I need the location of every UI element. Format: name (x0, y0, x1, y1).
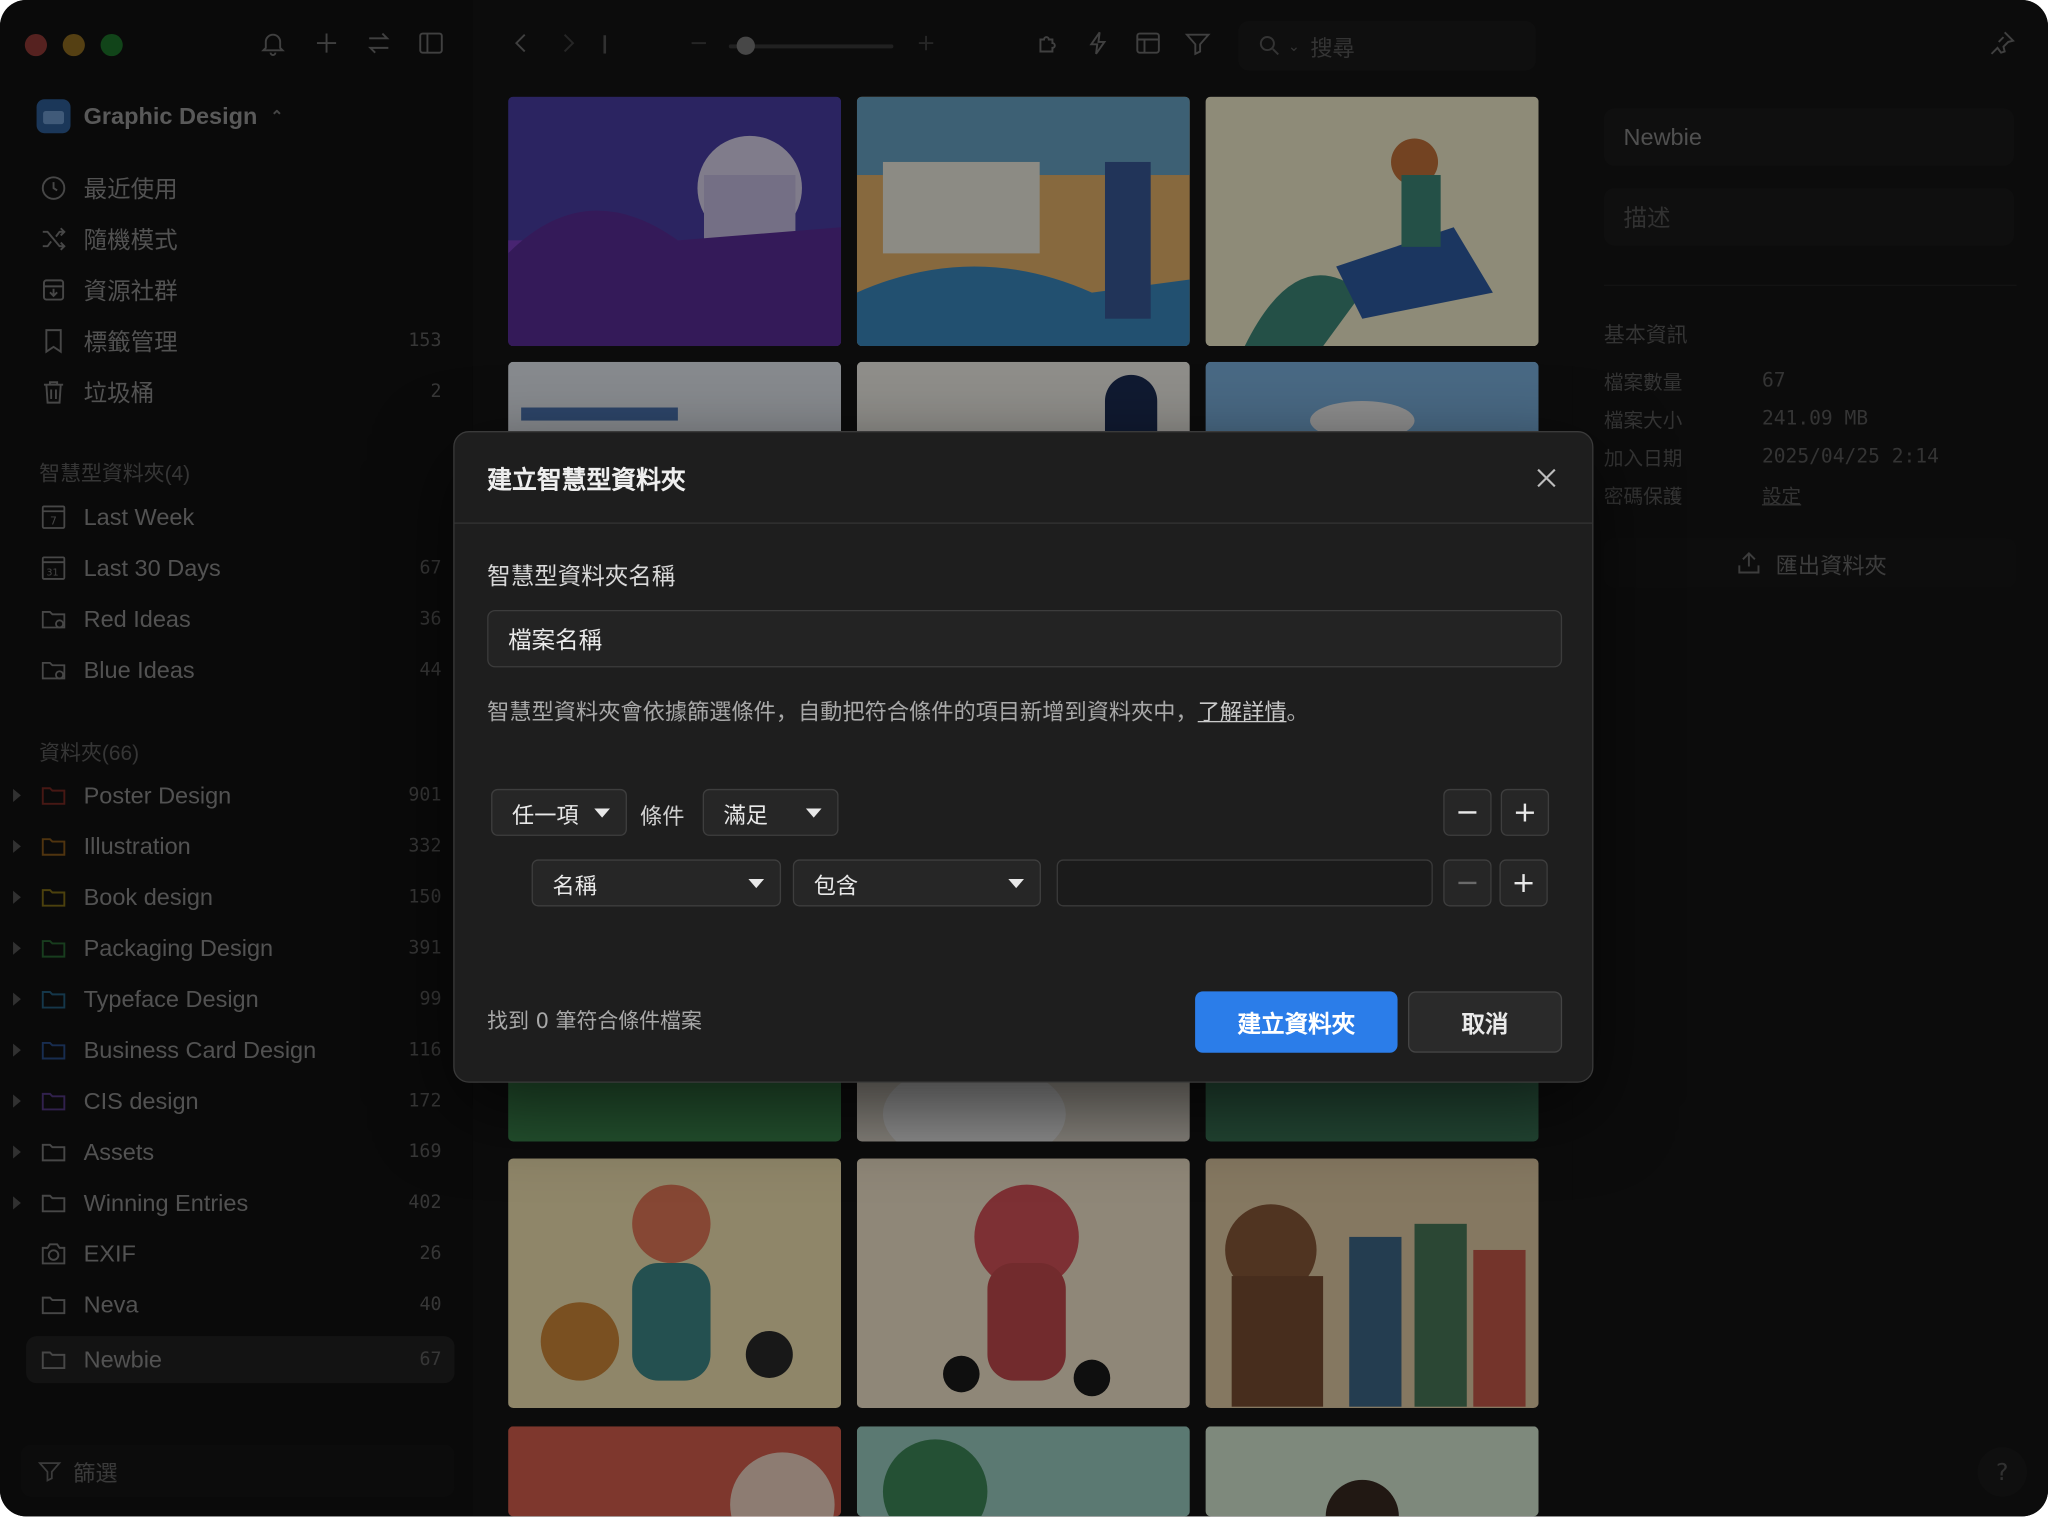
learn-more-link[interactable]: 了解詳情 (1198, 700, 1287, 726)
description-text: 智慧型資料夾會依據篩選條件，自動把符合條件的項目新增到資料夾中， (487, 700, 1198, 727)
dialog-description: 智慧型資料夾會依據篩選條件，自動把符合條件的項目新增到資料夾中，了解詳情。 (487, 694, 1309, 727)
description-period: 。 (1286, 700, 1309, 727)
match-mode-value: 任一項 (511, 802, 579, 829)
smart-folder-name-label: 智慧型資料夾名稱 (487, 562, 676, 591)
add-group-button[interactable]: + (1500, 788, 1550, 836)
operator-value: 包含 (813, 873, 859, 900)
plus-icon: + (1512, 796, 1537, 829)
match-count-text: 找到 0 筆符合條件檔案 (487, 1008, 702, 1034)
dropdown-arrow-icon (594, 808, 610, 818)
dropdown-arrow-icon (805, 808, 822, 818)
conditions-word: 條件 (639, 804, 685, 831)
create-folder-button[interactable]: 建立資料夾 (1195, 991, 1398, 1053)
dropdown-arrow-icon (748, 879, 765, 889)
add-condition-button[interactable]: + (1499, 859, 1548, 907)
condition-value-input[interactable] (1056, 859, 1433, 907)
field-select[interactable]: 名稱 (531, 859, 782, 907)
minus-icon: − (1455, 796, 1480, 829)
satisfy-select[interactable]: 滿足 (702, 788, 839, 836)
close-icon[interactable] (1532, 464, 1561, 493)
operator-select[interactable]: 包含 (792, 859, 1041, 907)
remove-condition-button[interactable]: − (1443, 859, 1492, 907)
cancel-button[interactable]: 取消 (1407, 991, 1563, 1053)
app-root: Graphic Design ⌃ 最近使用 隨機模式 資源社群 標籤管理 153… (0, 0, 2048, 1517)
remove-group-button[interactable]: − (1443, 788, 1492, 836)
dialog-header: 建立智慧型資料夾 (454, 432, 1593, 524)
smart-folder-name-input[interactable] (487, 609, 1563, 668)
field-value: 名稱 (552, 873, 597, 900)
create-smart-folder-dialog: 建立智慧型資料夾 智慧型資料夾名稱 智慧型資料夾會依據篩選條件，自動把符合條件的… (453, 431, 1594, 1083)
app-window: Graphic Design ⌃ 最近使用 隨機模式 資源社群 標籤管理 153… (0, 0, 2048, 1517)
satisfy-value: 滿足 (723, 802, 768, 829)
match-mode-select[interactable]: 任一項 (491, 788, 627, 836)
plus-icon: + (1511, 866, 1536, 900)
dropdown-arrow-icon (1008, 879, 1024, 889)
minus-icon: − (1455, 866, 1480, 900)
dialog-title: 建立智慧型資料夾 (487, 466, 686, 496)
